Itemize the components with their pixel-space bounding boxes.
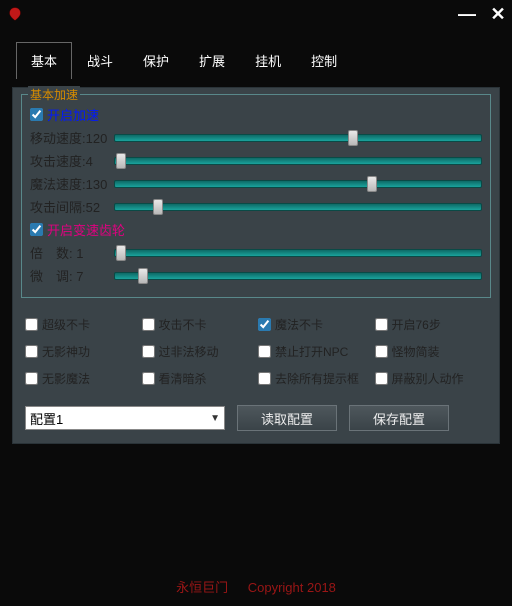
option-label-7: 怪物简装 bbox=[392, 343, 440, 360]
slider-row-mult: 倍 数: 1 bbox=[30, 243, 482, 262]
slider-thumb-move[interactable] bbox=[348, 130, 358, 146]
load-config-button[interactable]: 读取配置 bbox=[237, 405, 337, 431]
option-5[interactable]: 过非法移动 bbox=[142, 343, 255, 360]
tab-5[interactable]: 控制 bbox=[296, 42, 352, 79]
option-checkbox-9[interactable] bbox=[142, 372, 155, 385]
slider-attack[interactable] bbox=[114, 154, 482, 168]
option-2[interactable]: 魔法不卡 bbox=[258, 316, 371, 333]
footer-copyright: Copyright 2018 bbox=[248, 580, 336, 595]
tab-1[interactable]: 战斗 bbox=[72, 42, 128, 79]
enable-gear-row: 开启变速齿轮 bbox=[30, 220, 482, 239]
option-8[interactable]: 无影魔法 bbox=[25, 370, 138, 387]
option-checkbox-10[interactable] bbox=[258, 372, 271, 385]
tab-2[interactable]: 保护 bbox=[128, 42, 184, 79]
option-checkbox-8[interactable] bbox=[25, 372, 38, 385]
option-3[interactable]: 开启76步 bbox=[375, 316, 488, 333]
option-label-3: 开启76步 bbox=[392, 316, 441, 333]
option-6[interactable]: 禁止打开NPC bbox=[258, 343, 371, 360]
option-checkbox-3[interactable] bbox=[375, 318, 388, 331]
footer: 永恒巨门 Copyright 2018 bbox=[0, 577, 512, 596]
option-checkbox-4[interactable] bbox=[25, 345, 38, 358]
option-label-11: 屏蔽别人动作 bbox=[392, 370, 464, 387]
option-checkbox-7[interactable] bbox=[375, 345, 388, 358]
slider-atkint[interactable] bbox=[114, 200, 482, 214]
tab-bar: 基本战斗保护扩展挂机控制 bbox=[0, 28, 512, 79]
speed-group-legend: 基本加速 bbox=[28, 86, 80, 103]
slider-thumb-magic[interactable] bbox=[367, 176, 377, 192]
slider-label-fine: 微 调: 7 bbox=[30, 266, 108, 285]
config-select[interactable]: 配置1 ▼ bbox=[25, 406, 225, 430]
slider-row-atkint: 攻击间隔:52 bbox=[30, 197, 482, 216]
slider-label-move: 移动速度:120 bbox=[30, 128, 108, 147]
footer-brand: 永恒巨门 bbox=[176, 580, 228, 595]
slider-row-move: 移动速度:120 bbox=[30, 128, 482, 147]
slider-move[interactable] bbox=[114, 131, 482, 145]
option-label-4: 无影神功 bbox=[42, 343, 90, 360]
tab-4[interactable]: 挂机 bbox=[240, 42, 296, 79]
option-label-5: 过非法移动 bbox=[159, 343, 219, 360]
close-button[interactable]: ✕ bbox=[490, 5, 506, 23]
slider-thumb-atkint[interactable] bbox=[153, 199, 163, 215]
slider-thumb-fine[interactable] bbox=[138, 268, 148, 284]
titlebar: — ✕ bbox=[0, 0, 512, 28]
slider-magic[interactable] bbox=[114, 177, 482, 191]
option-10[interactable]: 去除所有提示框 bbox=[258, 370, 371, 387]
enable-speed-checkbox[interactable] bbox=[30, 108, 43, 121]
option-label-10: 去除所有提示框 bbox=[275, 370, 359, 387]
option-checkbox-2[interactable] bbox=[258, 318, 271, 331]
tab-3[interactable]: 扩展 bbox=[184, 42, 240, 79]
slider-label-attack: 攻击速度:4 bbox=[30, 151, 108, 170]
option-label-2: 魔法不卡 bbox=[275, 316, 323, 333]
slider-thumb-mult[interactable] bbox=[116, 245, 126, 261]
option-label-6: 禁止打开NPC bbox=[275, 343, 348, 360]
option-checkbox-1[interactable] bbox=[142, 318, 155, 331]
enable-gear-checkbox[interactable] bbox=[30, 223, 43, 236]
option-label-8: 无影魔法 bbox=[42, 370, 90, 387]
option-checkbox-5[interactable] bbox=[142, 345, 155, 358]
main-panel: 基本加速 开启加速 移动速度:120攻击速度:4魔法速度:130攻击间隔:52 … bbox=[12, 87, 500, 444]
slider-fine[interactable] bbox=[114, 269, 482, 283]
slider-label-atkint: 攻击间隔:52 bbox=[30, 197, 108, 216]
enable-gear-label: 开启变速齿轮 bbox=[47, 220, 125, 239]
slider-label-mult: 倍 数: 1 bbox=[30, 243, 108, 262]
option-11[interactable]: 屏蔽别人动作 bbox=[375, 370, 488, 387]
slider-mult[interactable] bbox=[114, 246, 482, 260]
window-controls: — ✕ bbox=[458, 5, 506, 23]
speed-group: 基本加速 开启加速 移动速度:120攻击速度:4魔法速度:130攻击间隔:52 … bbox=[21, 94, 491, 298]
slider-row-magic: 魔法速度:130 bbox=[30, 174, 482, 193]
slider-label-magic: 魔法速度:130 bbox=[30, 174, 108, 193]
slider-row-fine: 微 调: 7 bbox=[30, 266, 482, 285]
option-0[interactable]: 超级不卡 bbox=[25, 316, 138, 333]
option-7[interactable]: 怪物简装 bbox=[375, 343, 488, 360]
enable-speed-row: 开启加速 bbox=[30, 105, 482, 124]
app-logo-icon bbox=[6, 5, 24, 23]
option-checkbox-6[interactable] bbox=[258, 345, 271, 358]
option-label-1: 攻击不卡 bbox=[159, 316, 207, 333]
minimize-button[interactable]: — bbox=[458, 5, 474, 23]
options-grid: 超级不卡 攻击不卡 魔法不卡 开启76步无影神功 过非法移动 禁止打开NPC 怪物简装无影魔… bbox=[21, 306, 491, 397]
config-select-value: 配置1 bbox=[30, 409, 63, 428]
slider-thumb-attack[interactable] bbox=[116, 153, 126, 169]
option-checkbox-0[interactable] bbox=[25, 318, 38, 331]
enable-speed-label: 开启加速 bbox=[47, 105, 99, 124]
save-config-button[interactable]: 保存配置 bbox=[349, 405, 449, 431]
slider-row-attack: 攻击速度:4 bbox=[30, 151, 482, 170]
dropdown-arrow-icon: ▼ bbox=[210, 413, 220, 424]
config-row: 配置1 ▼ 读取配置 保存配置 bbox=[21, 397, 491, 433]
option-label-9: 看清暗杀 bbox=[159, 370, 207, 387]
option-label-0: 超级不卡 bbox=[42, 316, 90, 333]
option-checkbox-11[interactable] bbox=[375, 372, 388, 385]
option-1[interactable]: 攻击不卡 bbox=[142, 316, 255, 333]
tab-0[interactable]: 基本 bbox=[16, 42, 72, 79]
option-9[interactable]: 看清暗杀 bbox=[142, 370, 255, 387]
option-4[interactable]: 无影神功 bbox=[25, 343, 138, 360]
app-window: — ✕ 基本战斗保护扩展挂机控制 基本加速 开启加速 移动速度:120 攻击速度:… bbox=[0, 0, 512, 606]
